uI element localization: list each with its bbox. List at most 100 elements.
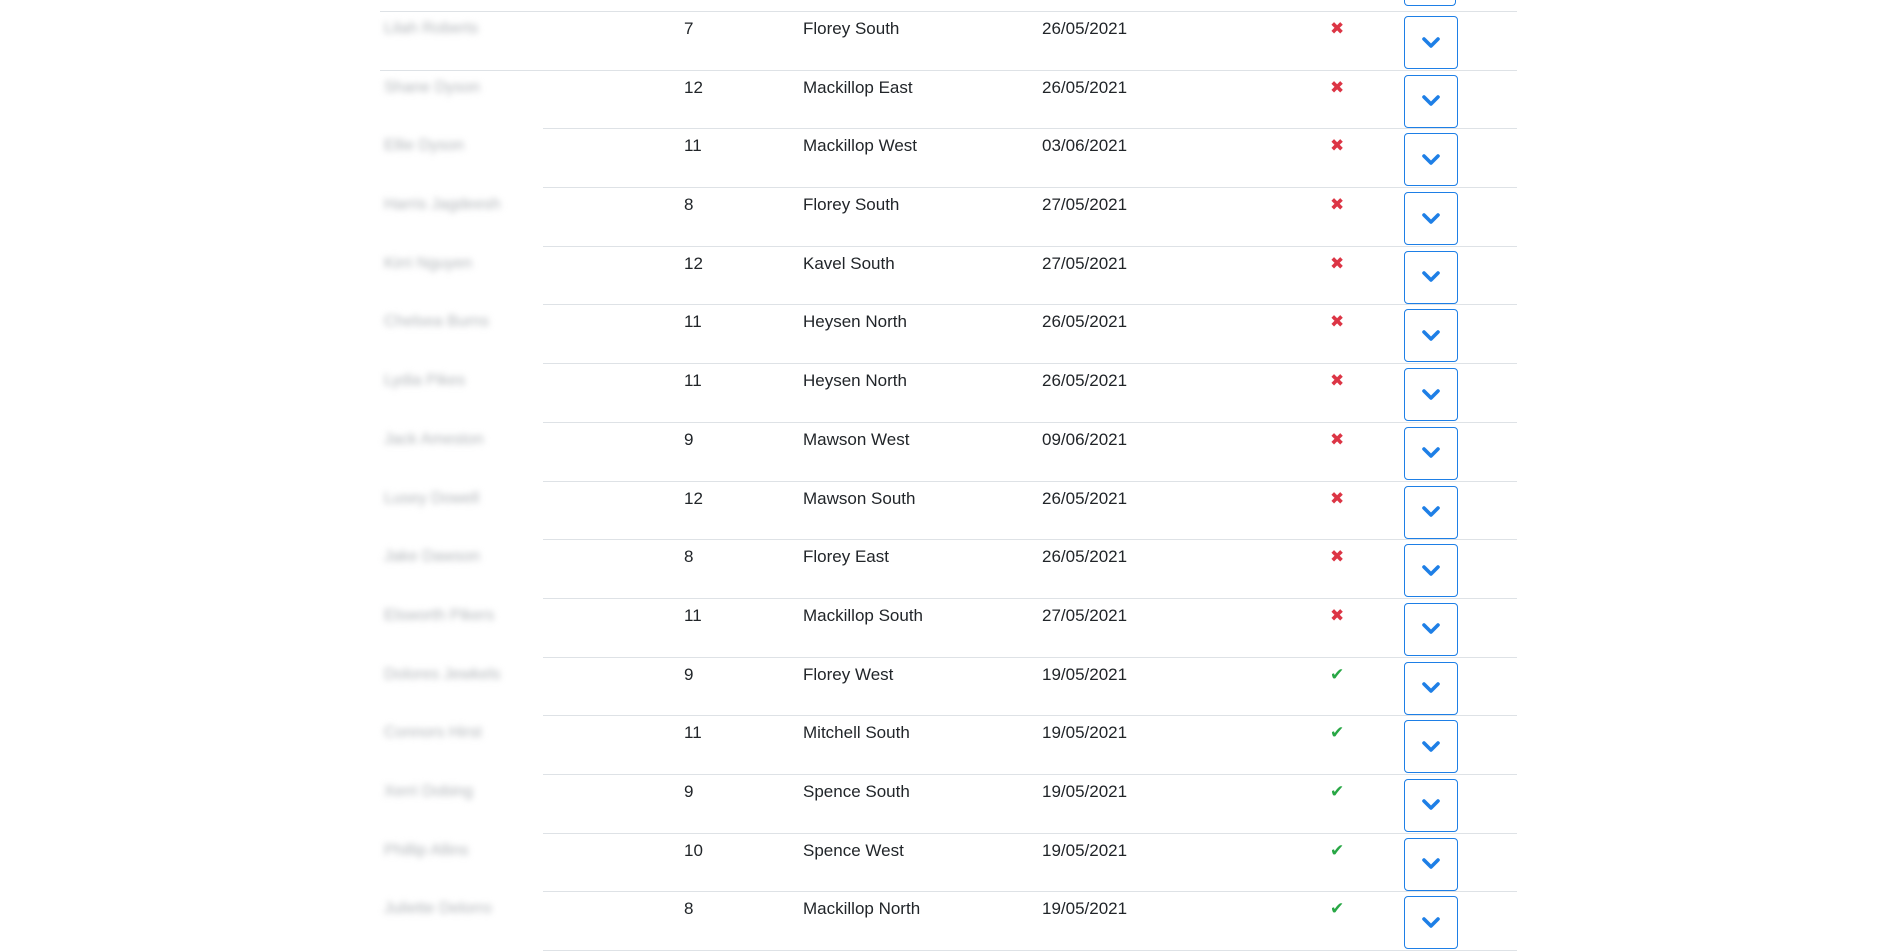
table-row: Shane Dyson 12 Mackillop East 26/05/2021… bbox=[380, 71, 1517, 130]
house-name: Mitchell South bbox=[803, 723, 910, 743]
expand-row-button[interactable] bbox=[1404, 309, 1458, 363]
expand-row-button[interactable] bbox=[1404, 544, 1458, 598]
expand-row-button[interactable] bbox=[1404, 720, 1458, 774]
table-row: Kirri Nguyen 12 Kavel South 27/05/2021 ✖ bbox=[380, 247, 1517, 306]
date-value: 26/05/2021 bbox=[1042, 547, 1128, 567]
expand-row-button[interactable] bbox=[1404, 602, 1458, 656]
cross-icon: ✖ bbox=[1330, 547, 1345, 567]
student-name: Jack Ameston bbox=[384, 430, 484, 448]
year-level: 7 bbox=[684, 19, 694, 38]
student-name: Jake Dawson bbox=[384, 548, 481, 566]
chevron-down-icon bbox=[1422, 388, 1440, 400]
date-value: 09/06/2021 bbox=[1042, 429, 1128, 449]
cross-icon: ✖ bbox=[1330, 136, 1345, 156]
expand-row-button[interactable] bbox=[1404, 426, 1458, 480]
expand-row-button[interactable] bbox=[1404, 16, 1458, 69]
house-name: Florey South bbox=[803, 195, 900, 215]
date-value: 26/05/2021 bbox=[1042, 488, 1128, 508]
cross-icon: ✖ bbox=[1330, 371, 1345, 391]
year-level: 11 bbox=[684, 723, 702, 743]
students-table: Lilah Roberts 7 Florey South 26/05/2021 … bbox=[380, 0, 1517, 951]
date-value: 19/05/2021 bbox=[1042, 723, 1128, 743]
date-value: 26/05/2021 bbox=[1042, 371, 1128, 391]
check-icon: ✔ bbox=[1330, 899, 1345, 919]
check-icon: ✔ bbox=[1330, 723, 1345, 743]
chevron-down-icon bbox=[1422, 36, 1440, 48]
table-row: Elsworth Pikers 11 Mackillop South 27/05… bbox=[380, 599, 1517, 658]
check-icon: ✔ bbox=[1330, 840, 1345, 860]
expand-row-button[interactable] bbox=[1404, 133, 1458, 187]
year-level: 8 bbox=[684, 547, 694, 567]
chevron-down-icon bbox=[1422, 506, 1440, 517]
house-name: Spence South bbox=[803, 781, 910, 801]
year-level: 11 bbox=[684, 371, 702, 391]
year-level: 12 bbox=[684, 253, 703, 273]
chevron-down-icon bbox=[1422, 271, 1440, 283]
table-row: Jake Dawson 8 Florey East 26/05/2021 ✖ bbox=[380, 540, 1517, 599]
year-level: 12 bbox=[684, 77, 703, 97]
check-icon: ✔ bbox=[1330, 664, 1345, 684]
date-value: 26/05/2021 bbox=[1042, 19, 1128, 38]
date-value: 19/05/2021 bbox=[1042, 899, 1128, 919]
expand-row-button[interactable] bbox=[1404, 485, 1458, 539]
house-name: Florey East bbox=[803, 547, 889, 567]
expand-row-button[interactable] bbox=[1404, 837, 1458, 891]
date-value: 27/05/2021 bbox=[1042, 195, 1128, 215]
date-value: 03/06/2021 bbox=[1042, 136, 1128, 156]
student-name: Shane Dyson bbox=[384, 78, 481, 96]
house-name: Mackillop East bbox=[803, 77, 913, 97]
table-row: Jack Ameston 9 Mawson West 09/06/2021 ✖ bbox=[380, 423, 1517, 482]
house-name: Mawson West bbox=[803, 429, 910, 449]
date-value: 19/05/2021 bbox=[1042, 781, 1128, 801]
student-name: Lydia Pikes bbox=[384, 372, 466, 390]
cross-icon: ✖ bbox=[1330, 488, 1345, 508]
student-name: Harris Jagdeesh bbox=[384, 196, 501, 214]
expand-row-button[interactable] bbox=[1404, 250, 1458, 304]
cross-icon: ✖ bbox=[1330, 195, 1345, 215]
year-level: 11 bbox=[684, 136, 702, 156]
table-row: Connors Hirst 11 Mitchell South 19/05/20… bbox=[380, 716, 1517, 775]
expand-row-button[interactable] bbox=[1404, 661, 1458, 715]
expand-row-button[interactable] bbox=[1404, 896, 1458, 950]
student-name: Chelsea Burns bbox=[384, 313, 489, 331]
student-name: Lilah Roberts bbox=[384, 20, 479, 37]
student-name: Lusey Dowell bbox=[384, 489, 480, 507]
student-name: Dolores Jewkels bbox=[384, 665, 501, 683]
year-level: 9 bbox=[684, 664, 694, 684]
house-name: Heysen North bbox=[803, 371, 907, 391]
expand-row-button[interactable] bbox=[1404, 368, 1458, 422]
year-level: 11 bbox=[684, 312, 702, 332]
cross-icon: ✖ bbox=[1330, 19, 1345, 38]
check-icon: ✔ bbox=[1330, 781, 1345, 801]
chevron-down-icon bbox=[1422, 447, 1440, 459]
cross-icon: ✖ bbox=[1330, 429, 1345, 449]
house-name: Kavel South bbox=[803, 253, 895, 273]
expand-row-button[interactable] bbox=[1404, 192, 1458, 246]
year-level: 10 bbox=[684, 840, 703, 860]
chevron-down-icon bbox=[1422, 564, 1440, 576]
chevron-down-icon bbox=[1422, 917, 1440, 928]
table-row: Phillip Allins 10 Spence West 19/05/2021… bbox=[380, 834, 1517, 893]
date-value: 27/05/2021 bbox=[1042, 605, 1128, 625]
student-name: Connors Hirst bbox=[384, 724, 482, 742]
cross-icon: ✖ bbox=[1330, 605, 1345, 625]
chevron-down-icon bbox=[1422, 330, 1440, 341]
table-row: Xerri Dobing 9 Spence South 19/05/2021 ✔ bbox=[380, 775, 1517, 834]
chevron-down-icon bbox=[1422, 799, 1440, 811]
student-name: Juliette Delorro bbox=[384, 900, 492, 918]
year-level: 9 bbox=[684, 781, 694, 801]
table-row: Lusey Dowell 12 Mawson South 26/05/2021 … bbox=[380, 482, 1517, 541]
date-value: 19/05/2021 bbox=[1042, 664, 1128, 684]
table-row: Harris Jagdeesh 8 Florey South 27/05/202… bbox=[380, 188, 1517, 247]
student-name: Xerri Dobing bbox=[384, 782, 473, 800]
table-row: Chelsea Burns 11 Heysen North 26/05/2021… bbox=[380, 305, 1517, 364]
expand-row-button[interactable] bbox=[1404, 778, 1458, 832]
expand-button-partial[interactable] bbox=[1404, 0, 1456, 6]
student-name: Elsworth Pikers bbox=[384, 606, 495, 624]
student-name: Kirri Nguyen bbox=[384, 254, 473, 272]
chevron-down-icon bbox=[1422, 740, 1440, 752]
chevron-down-icon bbox=[1422, 682, 1440, 693]
expand-row-button[interactable] bbox=[1404, 74, 1458, 128]
table-row: Ellie Dyson 11 Mackillop West 03/06/2021… bbox=[380, 129, 1517, 188]
house-name: Mackillop South bbox=[803, 605, 924, 625]
